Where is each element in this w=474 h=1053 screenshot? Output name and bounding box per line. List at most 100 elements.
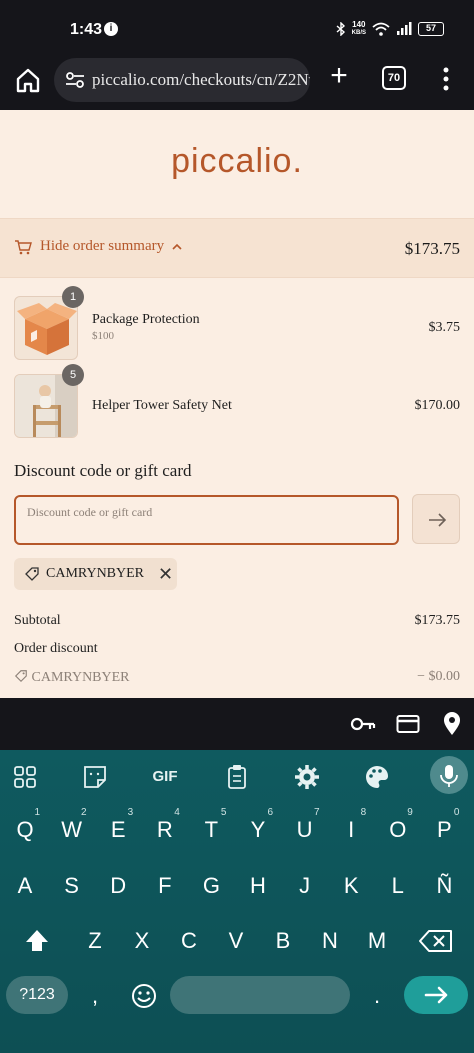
discount-code-row: CAMRYNBYER − $0.00	[14, 669, 460, 686]
palette-icon[interactable]	[360, 760, 394, 794]
shift-icon[interactable]	[20, 924, 54, 958]
key-w[interactable]: W2	[51, 807, 93, 850]
symbols-key[interactable]: ?123	[6, 976, 68, 1014]
wifi-icon	[372, 22, 390, 36]
tag-icon	[14, 670, 27, 683]
apply-discount-button[interactable]	[412, 494, 460, 544]
line-item: 1 Package Protection $100 $3.75	[14, 286, 461, 360]
key-c[interactable]: C	[168, 921, 210, 961]
key-number-hint: 1	[34, 807, 40, 818]
arrow-right-icon	[424, 986, 448, 1004]
key-s[interactable]: S	[51, 866, 93, 906]
subtotal-value: $173.75	[414, 613, 461, 628]
location-icon[interactable]	[442, 711, 462, 737]
item-name: Package Protection	[92, 312, 200, 327]
clipboard-icon[interactable]	[220, 760, 254, 794]
key-x[interactable]: X	[121, 921, 163, 961]
key-b[interactable]: B	[262, 921, 304, 961]
period-key[interactable]: .	[356, 976, 398, 1016]
subtotal-row: Subtotal $173.75	[14, 613, 460, 629]
key-n[interactable]: N	[309, 921, 351, 961]
network-speed-unit: KB/S	[351, 30, 366, 36]
status-bar: 1:43 i 140 KB/S 57	[0, 0, 474, 58]
discount-code-placeholder: Discount code or gift card	[27, 505, 153, 519]
key-a[interactable]: A	[4, 866, 46, 906]
item-price: $170.00	[414, 398, 461, 413]
item-subtitle: $100	[92, 330, 114, 342]
status-time: 1:43	[70, 21, 103, 38]
key-r[interactable]: R4	[144, 807, 186, 850]
address-bar[interactable]: piccalio.com/checkouts/cn/Z2Nv	[54, 58, 310, 102]
key-k[interactable]: K	[330, 866, 372, 906]
notification-icon: i	[104, 22, 118, 36]
item-price: $3.75	[428, 320, 461, 335]
key-number-hint: 6	[267, 807, 273, 818]
voice-input-button[interactable]	[430, 756, 468, 794]
space-bar[interactable]	[170, 976, 350, 1014]
tab-switcher-button[interactable]: 70	[382, 66, 406, 90]
more-menu-icon[interactable]	[436, 64, 456, 94]
key-i[interactable]: I8	[330, 807, 372, 850]
chevron-up-icon	[172, 243, 182, 250]
key-d[interactable]: D	[97, 866, 139, 906]
key-p[interactable]: P0	[423, 807, 465, 850]
key-j[interactable]: J	[284, 866, 326, 906]
key-number-hint: 9	[407, 807, 413, 818]
discount-code-input[interactable]: Discount code or gift card	[14, 495, 399, 545]
cart-icon	[15, 239, 32, 254]
bluetooth-icon	[336, 22, 345, 36]
key-g[interactable]: G	[190, 866, 232, 906]
key-letter: R	[156, 817, 173, 842]
network-speed-value: 140	[352, 20, 366, 29]
discount-section-label: Discount code or gift card	[14, 461, 192, 480]
discount-code-line: CAMRYNBYER	[31, 670, 130, 685]
new-tab-button[interactable]: +	[324, 61, 354, 92]
key-e[interactable]: E3	[97, 807, 139, 850]
autofill-bar	[0, 698, 474, 750]
key-letter: Y	[250, 817, 266, 842]
key-u[interactable]: U7	[284, 808, 326, 850]
key-number-hint: 4	[174, 807, 180, 818]
key-number-hint: 0	[453, 807, 460, 818]
key-letter: Q	[16, 817, 34, 842]
key-icon[interactable]	[350, 714, 376, 734]
keyboard-toolbar: GIF	[0, 750, 474, 802]
comma-key[interactable]: ,	[74, 976, 116, 1016]
apps-grid-icon[interactable]	[8, 760, 42, 794]
key-l[interactable]: L	[377, 866, 419, 906]
key-z[interactable]: Z	[74, 921, 116, 961]
arrow-right-icon	[429, 513, 447, 527]
key-q[interactable]: Q1	[4, 807, 46, 850]
key-m[interactable]: M	[356, 921, 398, 961]
order-summary-toggle-label: Hide order summary	[40, 238, 165, 254]
subtotal-label: Subtotal	[14, 613, 61, 628]
key-t[interactable]: T5	[190, 807, 232, 850]
key-y[interactable]: Y6	[237, 807, 279, 850]
credit-card-icon[interactable]	[396, 714, 420, 734]
key-f[interactable]: F	[144, 866, 186, 906]
settings-gear-icon[interactable]	[290, 760, 324, 794]
order-discount-label: Order discount	[14, 641, 98, 656]
key-number-hint: 5	[220, 807, 227, 818]
key-v[interactable]: V	[215, 921, 257, 961]
key-o[interactable]: O9	[377, 807, 419, 850]
checkout-page: piccalio. Hide order summary $173.75 1 P…	[0, 110, 474, 698]
key-h[interactable]: H	[237, 866, 279, 906]
key-number-hint: 2	[81, 807, 87, 818]
site-settings-icon[interactable]	[64, 69, 86, 91]
brand-logo[interactable]: piccalio.	[0, 142, 474, 181]
order-summary-toggle[interactable]: Hide order summary	[14, 238, 182, 255]
key-ñ[interactable]: Ñ	[423, 866, 465, 906]
sticker-icon[interactable]	[78, 760, 112, 794]
enter-key[interactable]	[404, 976, 468, 1014]
applied-discount-chip: CAMRYNBYER ✕	[14, 558, 177, 590]
backspace-icon[interactable]	[418, 926, 454, 956]
emoji-icon[interactable]	[130, 982, 158, 1010]
home-icon[interactable]	[14, 66, 42, 94]
key-letter: I	[348, 817, 355, 842]
remove-discount-icon[interactable]: ✕	[158, 564, 173, 585]
gif-button[interactable]: GIF	[148, 760, 182, 794]
key-number-hint: 8	[360, 807, 367, 818]
order-summary-bar[interactable]: Hide order summary $173.75	[0, 218, 474, 278]
key-number-hint: 3	[127, 807, 134, 818]
